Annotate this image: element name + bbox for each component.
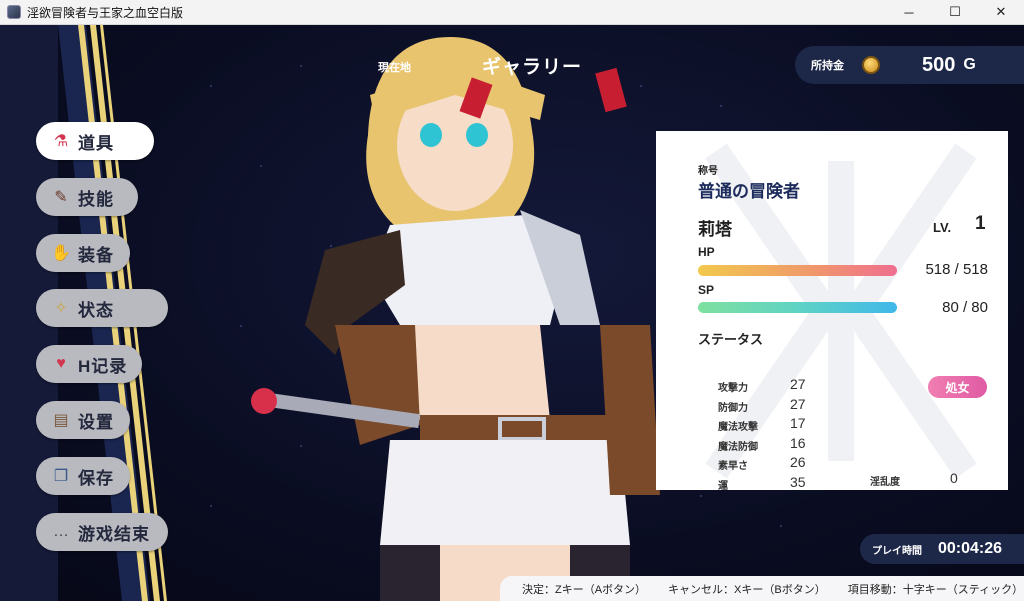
lewdness-label: 淫乱度 (870, 477, 900, 488)
hp-value: 518 / 518 (925, 261, 988, 278)
sp-value: 80 / 80 (942, 299, 988, 316)
menu-item-2[interactable]: ✋ 装备 (36, 234, 130, 272)
stat-value: 16 (790, 434, 806, 451)
gold-unit: G (963, 56, 976, 73)
stat-value: 27 (790, 376, 806, 392)
menu-item-6[interactable]: ❐ 保存 (36, 457, 130, 495)
character-name: 莉塔 (698, 220, 732, 239)
menu-item-3[interactable]: ✧ 状态 (36, 289, 168, 327)
stat-label: 運 (718, 480, 728, 491)
heart-icon: ♥ (56, 355, 66, 372)
controls-help-bar: 決定：Zキー（Aボタン） キャンセル：Xキー（Bボタン） 項目移動：十字キー（ス… (500, 576, 1024, 601)
maximize-button[interactable]: ☐ (932, 0, 978, 24)
stat-label: 魔法防御 (718, 441, 758, 453)
hp-label: HP (698, 245, 715, 259)
menu-item-4[interactable]: ♥ H记录 (36, 345, 142, 383)
stats-heading: ステータス (698, 332, 764, 347)
stat-value: 26 (790, 454, 806, 470)
stat-label: 素早さ (718, 461, 748, 472)
close-button[interactable]: ✕ (978, 0, 1024, 24)
gold-label: 所持金 (811, 60, 844, 72)
hp-bar (698, 265, 897, 276)
coin-icon (862, 56, 880, 74)
book-icon: ❐ (53, 468, 69, 485)
scroll-icon: ▤ (53, 412, 69, 429)
sp-bar (698, 302, 897, 313)
menu-item-label: 游戏结束 (78, 524, 150, 544)
playtime-label: プレイ時間 (872, 545, 922, 557)
minimize-button[interactable]: ─ (886, 0, 932, 24)
app-icon (7, 5, 21, 19)
level-value: 1 (975, 213, 986, 234)
status-badge: 処女 (928, 376, 987, 398)
title-label: 称号 (698, 166, 718, 177)
character-title: 普通の冒険者 (698, 182, 800, 201)
menu-item-label: 技能 (78, 189, 114, 209)
status-panel: 称号 普通の冒険者 莉塔 LV. 1 HP 518 / 518 SP 80 / … (656, 131, 1008, 490)
stat-value: 35 (790, 473, 806, 490)
playtime-value: 00:04:26 (938, 540, 1003, 557)
stat-value: 17 (790, 415, 806, 431)
stat-value: 27 (790, 395, 806, 412)
menu-item-1[interactable]: ✎ 技能 (36, 178, 138, 216)
stat-label: 魔法攻撃 (718, 422, 758, 433)
help-confirm: 決定：Zキー（Aボタン） (522, 583, 647, 596)
sp-label: SP (698, 283, 715, 297)
menu-item-label: 道具 (78, 133, 114, 153)
gold-amount: 500 (922, 53, 956, 76)
location-label: 現在地 (378, 62, 411, 74)
menu-item-5[interactable]: ▤ 设置 (36, 401, 130, 439)
help-cancel: キャンセル：Xキー（Bボタン） (668, 583, 826, 596)
menu-item-0[interactable]: ⚗ 道具 (36, 122, 154, 160)
lewdness-value: 0 (950, 470, 958, 486)
character-portrait (251, 37, 660, 601)
level-label: LV. (933, 220, 952, 235)
stat-label: 攻撃力 (718, 383, 748, 394)
help-move: 項目移動：十字キー（スティック） (847, 583, 1024, 596)
location-title: ギャラリー (482, 57, 583, 78)
game-screen: ⚗ 道具 ✎ 技能 ✋ 装备 ✧ 状态 ♥ H记录 ▤ 设置 ❐ 保存 … 游戏结束 現在地 ギャラリー 所持… (0, 25, 1024, 601)
menu-item-label: 设置 (78, 412, 114, 432)
sparkle-icon: ✧ (54, 300, 68, 317)
glove-icon: ✋ (51, 245, 71, 262)
menu-item-7[interactable]: … 游戏结束 (36, 513, 168, 551)
wand-icon: ✎ (54, 189, 68, 206)
menu-item-label: 保存 (78, 468, 114, 488)
potion-icon: ⚗ (53, 133, 69, 150)
playtime-display: プレイ時間 00:04:26 (860, 534, 1024, 564)
menu-item-label: 装备 (78, 245, 114, 265)
stat-label: 防御力 (718, 402, 748, 414)
menu-item-label: 状态 (78, 300, 114, 320)
gold-display: 所持金 500 G (795, 46, 1024, 84)
chat-icon: … (53, 523, 69, 540)
window-titlebar: 淫欲冒険者与王家之血空白版 ─ ☐ ✕ (0, 0, 1024, 25)
window-title: 淫欲冒険者与王家之血空白版 (27, 5, 184, 20)
menu-item-label: H记录 (78, 356, 128, 376)
